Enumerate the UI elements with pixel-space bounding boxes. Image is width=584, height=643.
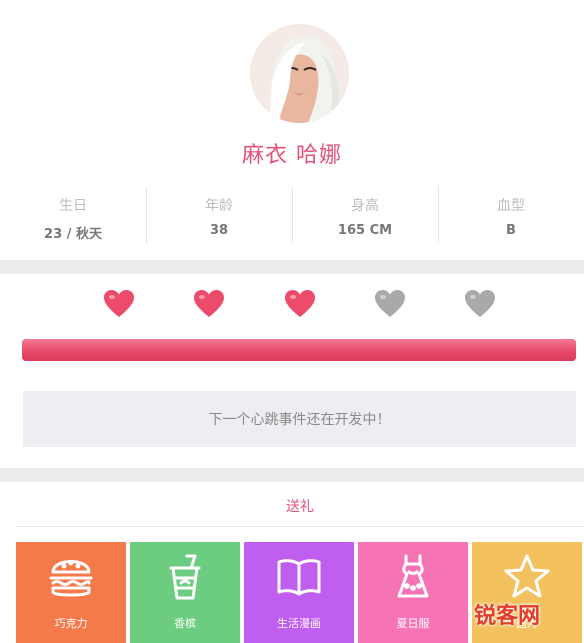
gift-summer-dress-button[interactable]: 夏日服 (358, 542, 468, 643)
stat-birthday: 生日 23 / 秋天 (0, 187, 146, 243)
stat-height: 身高 165 CM (292, 187, 438, 243)
event-message-box: 下一个心跳事件还在开发中！ (23, 391, 576, 447)
stat-age: 年龄 38 (146, 187, 292, 243)
stat-value: 165 CM (337, 223, 393, 238)
gift-chocolate-button[interactable]: 巧克力 (16, 542, 126, 643)
affection-progress-bar (22, 339, 576, 361)
stat-value: 38 (209, 223, 229, 238)
dress-icon (389, 552, 437, 602)
burger-icon (47, 552, 95, 602)
gift-label: 香槟 (174, 617, 196, 630)
affection-progress-fill (22, 339, 576, 361)
watermark-text: 锐客网 (474, 604, 541, 629)
gift-label: 巧克力 (54, 617, 88, 630)
heart-empty-icon (464, 289, 496, 319)
profile-header: 麻衣 哈娜 生日 23 / 秋天 年龄 38 身高 165 CM 血型 B (0, 0, 584, 260)
event-message: 下一个心跳事件还在开发中！ (208, 412, 391, 428)
heart-filled-icon (193, 289, 225, 319)
book-icon (275, 552, 323, 602)
gift-comic-button[interactable]: 生活漫画 (244, 542, 354, 643)
gift-section-title: 送礼 (16, 496, 584, 527)
drink-cup-icon (161, 552, 209, 602)
stats-row: 生日 23 / 秋天 年龄 38 身高 165 CM 血型 B (0, 187, 584, 243)
stat-label: 生日 (59, 198, 87, 214)
section-divider (0, 468, 584, 482)
heart-filled-icon (284, 289, 316, 319)
gift-champagne-button[interactable]: 香槟 (130, 542, 240, 643)
stat-label: 血型 (497, 198, 525, 214)
heart-filled-icon (103, 289, 135, 319)
affection-hearts (0, 289, 584, 323)
character-name: 麻衣 哈娜 (242, 143, 342, 168)
stat-blood-type: 血型 B (438, 187, 584, 243)
avatar (250, 24, 349, 123)
section-divider (0, 260, 584, 274)
gift-label: 夏日服 (396, 617, 430, 630)
gift-label: 生活漫画 (277, 617, 321, 630)
heart-empty-icon (374, 289, 406, 319)
stat-value: 23 / 秋天 (44, 227, 102, 242)
stat-label: 年龄 (205, 198, 233, 214)
stat-value: B (506, 223, 516, 238)
stat-label: 身高 (351, 198, 379, 214)
star-icon (503, 552, 551, 602)
